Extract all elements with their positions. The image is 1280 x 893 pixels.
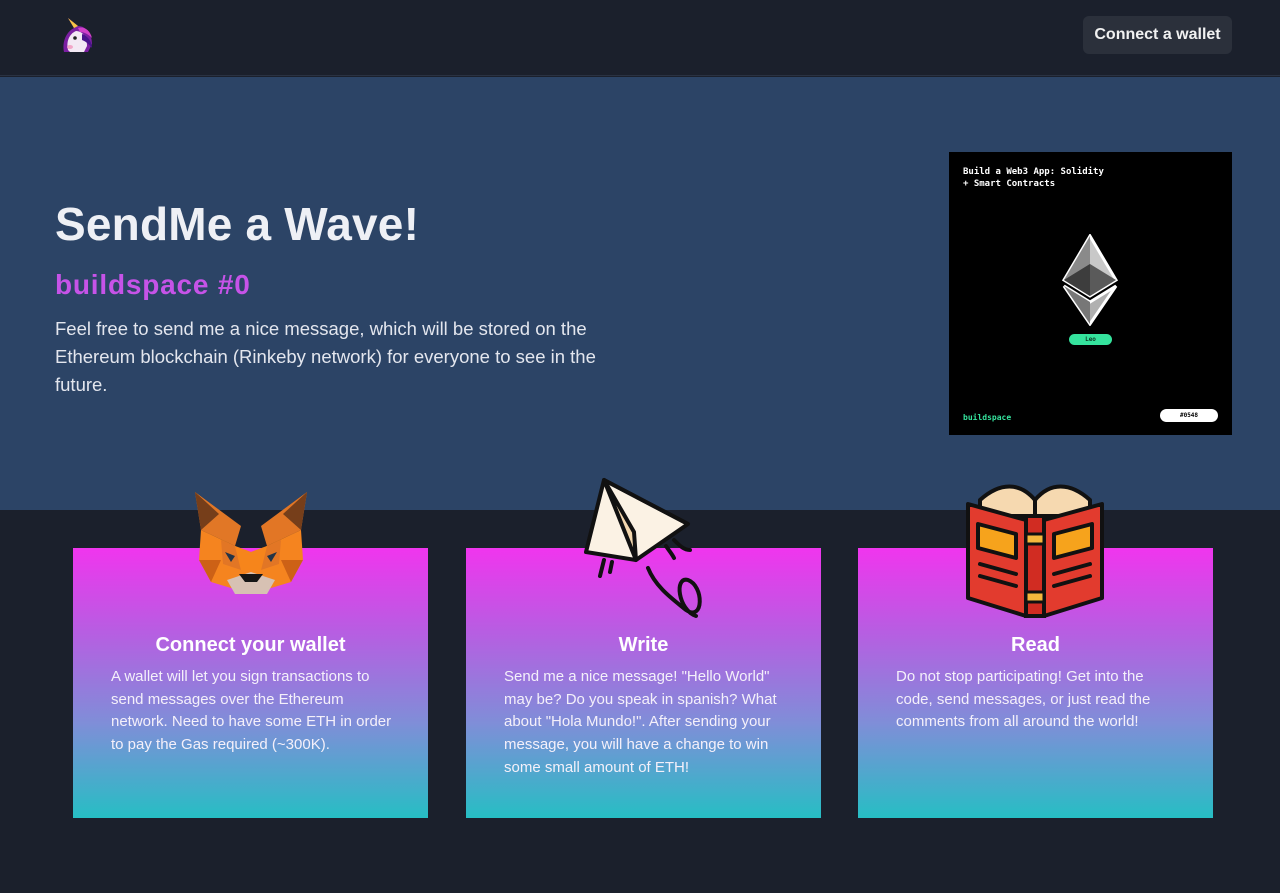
paper-plane-icon <box>584 478 702 618</box>
page-title: SendMe a Wave! <box>55 198 420 250</box>
hero-section: SendMe a Wave! buildspace #0 Feel free t… <box>0 77 1280 510</box>
connect-wallet-button[interactable]: Connect a wallet <box>1083 16 1232 54</box>
page-subtitle: buildspace #0 <box>55 269 251 300</box>
nft-name-pill: Leo <box>1069 334 1112 345</box>
open-book-icon <box>966 484 1104 618</box>
nft-number-badge: #0548 <box>1160 409 1218 422</box>
card-text: A wallet will let you sign transactions … <box>111 668 392 754</box>
card-title: Connect your wallet <box>155 634 346 656</box>
nft-title: Build a Web3 App: Solidity + Smart Contr… <box>963 167 1104 189</box>
nft-brand: buildspace <box>963 413 1012 422</box>
metamask-fox-icon <box>195 492 307 594</box>
card-title: Write <box>618 634 669 656</box>
ethereum-icon <box>1061 234 1119 326</box>
card-text: Do not stop participating! Get into the … <box>896 668 1151 731</box>
hero-description: Feel free to send me a nice message, whi… <box>55 318 596 395</box>
card-title: Read <box>1011 634 1060 656</box>
unicorn-icon[interactable] <box>54 14 98 58</box>
card-text: Send me a nice message! "Hello World" ma… <box>504 668 777 776</box>
top-navbar: Connect a wallet <box>0 0 1280 76</box>
nft-image: Build a Web3 App: Solidity + Smart Contr… <box>949 152 1232 435</box>
